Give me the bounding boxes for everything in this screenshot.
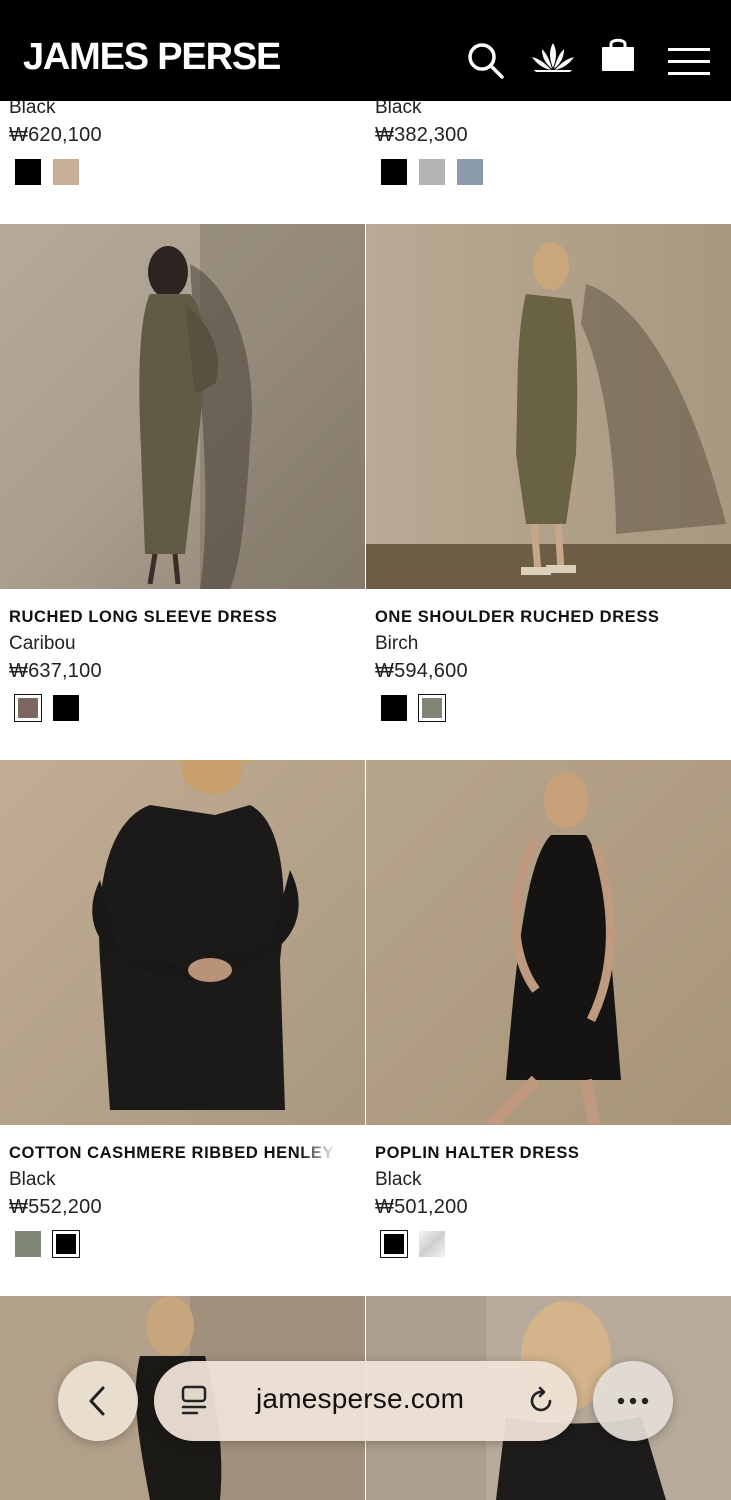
product-color: Birch bbox=[375, 633, 419, 654]
browser-back-button[interactable] bbox=[58, 1361, 138, 1441]
color-swatch-selected[interactable] bbox=[380, 1230, 408, 1258]
color-swatch[interactable] bbox=[419, 159, 445, 185]
product-name[interactable]: RUCHED LONG SLEEVE DRESS bbox=[9, 608, 277, 627]
product-price: ₩637,100 bbox=[9, 660, 102, 682]
product-name[interactable]: POPLIN HALTER DRESS bbox=[375, 1144, 580, 1163]
address-bar[interactable]: jamesperse.com bbox=[154, 1361, 577, 1441]
back-chevron-icon bbox=[89, 1386, 105, 1416]
url-text[interactable]: jamesperse.com bbox=[256, 1383, 464, 1415]
reload-icon[interactable] bbox=[526, 1386, 556, 1416]
product-row: RUCHED LONG SLEEVE DRESS Caribou ₩637,10… bbox=[0, 224, 731, 760]
product-name[interactable]: ONE SHOULDER RUCHED DRESS bbox=[375, 608, 660, 627]
search-icon[interactable] bbox=[466, 41, 506, 81]
color-swatch[interactable] bbox=[15, 159, 41, 185]
color-swatch[interactable] bbox=[419, 1231, 445, 1257]
product-card[interactable]: POPLIN HALTER DRESS Black ₩501,200 bbox=[366, 760, 731, 1296]
product-price: ₩552,200 bbox=[9, 1196, 102, 1218]
more-icon bbox=[617, 1397, 649, 1405]
product-name[interactable]: COTTON CASHMERE RIBBED HENLEY bbox=[9, 1144, 339, 1163]
product-price: ₩382,300 bbox=[375, 124, 468, 146]
product-image[interactable] bbox=[0, 224, 365, 589]
product-image[interactable] bbox=[0, 760, 365, 1125]
color-swatch-selected[interactable] bbox=[14, 694, 42, 722]
hamburger-menu-icon[interactable] bbox=[668, 46, 710, 78]
reader-view-icon[interactable] bbox=[180, 1385, 208, 1417]
browser-more-button[interactable] bbox=[593, 1361, 673, 1441]
product-row: COTTON CASHMERE RIBBED HENLEY Black ₩552… bbox=[0, 760, 731, 1296]
brand-logo[interactable]: JAMES PERSE bbox=[23, 36, 281, 78]
color-swatch[interactable] bbox=[381, 159, 407, 185]
color-swatch[interactable] bbox=[15, 1231, 41, 1257]
product-card[interactable]: RUCHED LONG SLEEVE DRESS Caribou ₩637,10… bbox=[0, 224, 365, 760]
color-swatch-selected[interactable] bbox=[52, 1230, 80, 1258]
product-color: Black bbox=[375, 1169, 422, 1190]
product-color: Caribou bbox=[9, 633, 76, 654]
product-price: ₩501,200 bbox=[375, 1196, 468, 1218]
product-card[interactable]: COTTON CASHMERE RIBBED HENLEY Black ₩552… bbox=[0, 760, 365, 1296]
lotus-icon[interactable] bbox=[530, 41, 576, 73]
color-swatch-selected[interactable] bbox=[418, 694, 446, 722]
product-price: ₩594,600 bbox=[375, 660, 468, 682]
product-card[interactable]: ONE SHOULDER RUCHED DRESS Birch ₩594,600 bbox=[366, 224, 731, 760]
shopping-bag-icon[interactable] bbox=[600, 36, 636, 72]
browser-toolbar: jamesperse.com bbox=[0, 1345, 731, 1465]
site-header: JAMES PERSE bbox=[0, 0, 731, 101]
text-fade-overlay bbox=[300, 1144, 336, 1168]
color-swatch[interactable] bbox=[381, 695, 407, 721]
color-swatch[interactable] bbox=[53, 159, 79, 185]
product-image[interactable] bbox=[366, 760, 731, 1125]
color-swatch[interactable] bbox=[53, 695, 79, 721]
product-price: ₩620,100 bbox=[9, 124, 102, 146]
product-color: Black bbox=[9, 1169, 56, 1190]
product-image[interactable] bbox=[366, 224, 731, 589]
color-swatch[interactable] bbox=[457, 159, 483, 185]
